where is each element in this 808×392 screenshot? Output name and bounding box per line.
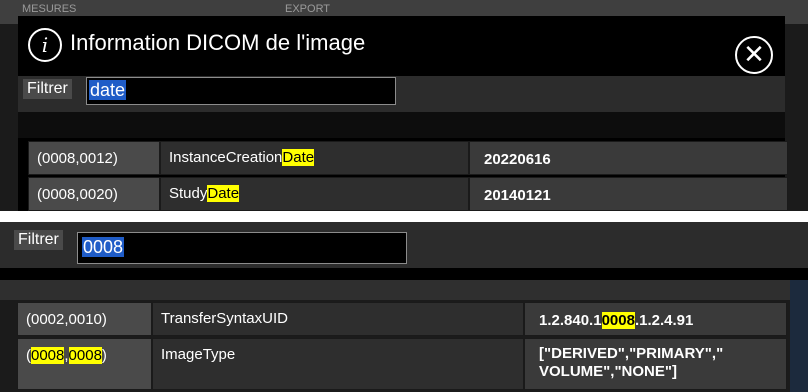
value-text-suffix: .1.2.4.91 [634, 312, 694, 329]
tab-export[interactable]: EXPORT [285, 3, 330, 15]
filter-input[interactable]: 0008 [77, 232, 407, 264]
filter-input[interactable]: date [86, 77, 396, 105]
scroll-edge [790, 280, 808, 392]
tag-separator: , [64, 347, 69, 364]
name-cell: StudyDate [160, 177, 469, 211]
table-row[interactable]: (0008,0008) ImageType ["DERIVED","PRIMAR… [17, 338, 787, 392]
name-cell: TransferSyntaxUID [152, 302, 524, 336]
filter-input-value: date [89, 80, 127, 100]
tag-element-highlight: 0008 [68, 347, 102, 364]
tag-cell: (0008,0012) [28, 141, 160, 175]
value-line-1: ["DERIVED","PRIMARY"," [539, 345, 724, 362]
value-cell: 20140121 [469, 177, 788, 211]
tag-cell: (0002,0010) [17, 302, 152, 336]
name-cell: InstanceCreationDate [160, 141, 469, 175]
dicom-tag-table: (0008,0012) InstanceCreationDate 2022061… [28, 141, 788, 211]
filter-label: Filtrer [14, 230, 63, 250]
table-header-stripe [0, 280, 808, 300]
close-icon[interactable]: ✕ [735, 36, 773, 74]
dicom-dialog-panel-0008-filter: Filtrer 0008 (0002,0010) TransferSyntaxU… [0, 222, 808, 392]
table-header-band [18, 112, 785, 138]
tag-group-highlight: 0008 [31, 347, 65, 364]
table-row[interactable]: (0008,0012) InstanceCreationDate 2022061… [28, 141, 788, 177]
tag-cell: (0008,0020) [28, 177, 160, 211]
dicom-dialog-panel-date-filter: MESURES EXPORT i Information DICOM de l'… [0, 0, 808, 211]
name-match-highlight: Date [282, 149, 315, 166]
table-row[interactable]: (0002,0010) TransferSyntaxUID 1.2.840.10… [17, 302, 787, 338]
name-text: Study [169, 185, 208, 202]
dialog-title: Information DICOM de l'image [70, 30, 366, 55]
dialog-header: i Information DICOM de l'image ✕ [18, 16, 785, 74]
value-line-2: VOLUME","NONE"] [539, 363, 678, 380]
filter-label: Filtrer [23, 79, 72, 99]
value-cell: 20220616 [469, 141, 788, 175]
info-icon: i [28, 28, 62, 62]
filter-input-value: 0008 [82, 237, 125, 257]
dicom-tag-table: (0002,0010) TransferSyntaxUID 1.2.840.10… [17, 302, 787, 392]
tag-cell: (0008,0008) [17, 338, 152, 390]
value-match-highlight: 0008 [601, 312, 635, 329]
value-text: 1.2.840.1 [539, 312, 602, 329]
filter-bar: Filtrer date [18, 76, 785, 112]
tag-close: ) [101, 347, 107, 364]
value-cell: ["DERIVED","PRIMARY"," VOLUME","NONE"] [524, 338, 787, 390]
name-text: InstanceCreation [169, 149, 283, 166]
value-cell: 1.2.840.10008.1.2.4.91 [524, 302, 787, 336]
tab-mesures[interactable]: MESURES [22, 3, 76, 15]
name-cell: ImageType [152, 338, 524, 390]
table-row[interactable]: (0008,0020) StudyDate 20140121 [28, 177, 788, 211]
filter-bar: Filtrer 0008 [0, 222, 808, 268]
name-match-highlight: Date [207, 185, 240, 202]
